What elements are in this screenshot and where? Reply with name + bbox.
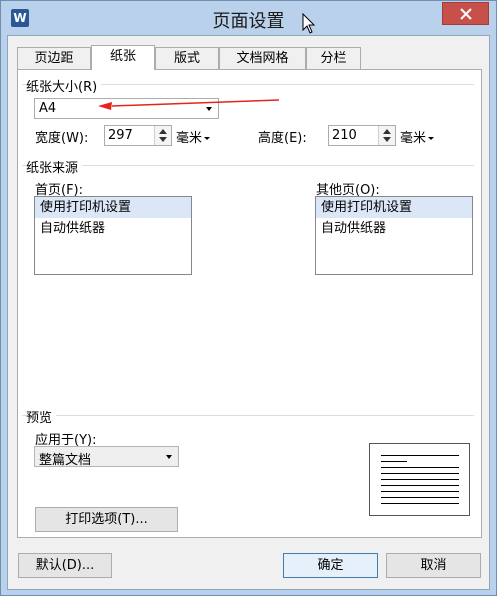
dropdown-arrow-icon xyxy=(428,137,435,140)
width-label: 宽度(W): xyxy=(35,131,89,146)
spin-down-icon xyxy=(383,137,391,142)
tab-columns[interactable]: 分栏 xyxy=(306,47,361,69)
tab-margins[interactable]: 页边距 xyxy=(17,47,91,69)
paper-source-group-label: 纸张来源 xyxy=(26,157,83,176)
preview-text-line xyxy=(381,455,459,456)
apply-to-value: 整篇文档 xyxy=(39,453,92,468)
default-button[interactable]: 默认(D)... xyxy=(18,553,112,578)
preview-text-line xyxy=(381,467,459,468)
print-options-button[interactable]: 打印选项(T)... xyxy=(35,507,178,532)
spin-up-icon xyxy=(159,129,167,134)
height-spin-buttons[interactable] xyxy=(378,126,395,145)
close-button[interactable] xyxy=(442,2,489,25)
width-spin-buttons[interactable] xyxy=(154,126,171,145)
chevron-down-icon xyxy=(166,455,172,459)
paper-size-value: A4 xyxy=(39,101,57,116)
dropdown-arrow-icon xyxy=(204,137,211,140)
height-stepper[interactable]: 210 xyxy=(328,125,396,146)
paper-source-divider xyxy=(22,165,474,166)
height-label: 高度(E): xyxy=(258,131,307,146)
spin-down-icon xyxy=(159,137,167,142)
window-title: 页面设置 xyxy=(212,11,285,32)
title-bar: W 页面设置 xyxy=(1,1,496,35)
page-setup-dialog: W 页面设置 页边距 纸张 版式 文档网格 分栏 纸张大小(R) A4 宽度(W… xyxy=(0,0,497,596)
preview-text-line xyxy=(381,479,459,480)
tab-layout[interactable]: 版式 xyxy=(155,47,219,69)
preview-text-line xyxy=(381,473,459,474)
cancel-button[interactable]: 取消 xyxy=(386,553,481,578)
paper-size-group-label: 纸张大小(R) xyxy=(26,76,102,95)
tab-document-grid[interactable]: 文档网格 xyxy=(219,47,306,69)
preview-text-line xyxy=(381,461,407,462)
list-item[interactable]: 使用打印机设置 xyxy=(35,197,191,218)
ok-button[interactable]: 确定 xyxy=(283,553,378,578)
preview-text-line xyxy=(381,491,459,492)
preview-group-label: 预览 xyxy=(26,407,57,426)
other-pages-source-list[interactable]: 使用打印机设置 自动供纸器 xyxy=(315,196,473,275)
list-item[interactable]: 使用打印机设置 xyxy=(316,197,472,218)
chevron-down-icon xyxy=(206,107,212,111)
preview-text-line xyxy=(381,503,459,504)
width-unit-label: 毫米 xyxy=(176,131,203,146)
page-preview-thumbnail xyxy=(369,443,470,516)
width-value: 297 xyxy=(108,128,133,143)
preview-text-line xyxy=(381,485,459,486)
width-unit-select[interactable]: 毫米 xyxy=(176,127,211,146)
height-unit-label: 毫米 xyxy=(400,131,427,146)
height-unit-select[interactable]: 毫米 xyxy=(400,127,435,146)
paper-size-select[interactable]: A4 xyxy=(34,98,219,119)
list-item[interactable]: 自动供纸器 xyxy=(316,218,472,239)
tab-paper[interactable]: 纸张 xyxy=(91,45,155,70)
dialog-client-area: 页边距 纸张 版式 文档网格 分栏 纸张大小(R) A4 宽度(W): 297 … xyxy=(7,35,490,590)
preview-text-line xyxy=(381,497,459,498)
spin-up-icon xyxy=(383,129,391,134)
list-item[interactable]: 自动供纸器 xyxy=(35,218,191,239)
width-stepper[interactable]: 297 xyxy=(104,125,172,146)
close-icon xyxy=(460,8,472,20)
preview-divider xyxy=(22,415,474,416)
height-value: 210 xyxy=(332,128,357,143)
mouse-cursor-icon xyxy=(302,13,316,34)
first-page-source-list[interactable]: 使用打印机设置 自动供纸器 xyxy=(34,196,192,275)
apply-to-select[interactable]: 整篇文档 xyxy=(34,446,179,468)
